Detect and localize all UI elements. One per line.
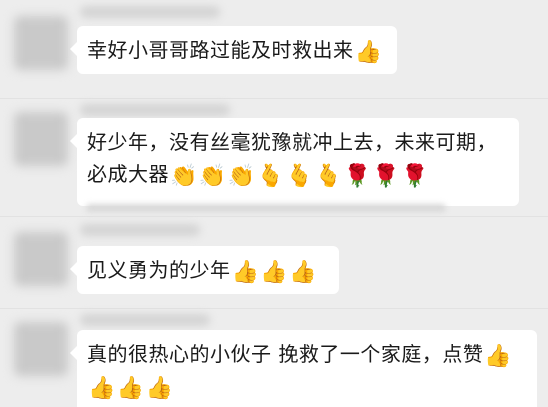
message-text: 幸好小哥哥路过能及时救出来 [87,38,354,62]
thumbs-up-icon: 👍 [354,40,383,65]
message-bubble[interactable]: 真的很热心的小伙子 挽救了一个家庭，点赞👍 👍👍👍 [70,330,537,407]
thumbs-up-icon: 👍 [231,260,260,285]
rose-icon: 🌹 [401,164,430,189]
message-text-line-2-text: 必成大器 [87,162,169,186]
clapping-hands-icon: 👏 [170,164,198,189]
sender-name-redacted [80,224,200,236]
thumbs-up-icon: 👍 [145,376,174,401]
rose-icon: 🌹 [343,164,372,189]
message-text-line-1: 好少年，没有丝毫犹豫就冲上去，未来可期， [87,130,497,154]
message-row-3: 见义勇为的少年👍👍👍 [0,218,548,310]
message-text-line-2: 必成大器👏👏👏🫰🫰🫰🌹🌹🌹 [87,158,509,190]
message-row-2: 好少年，没有丝毫犹豫就冲上去，未来可期， 必成大器👏👏👏🫰🫰🫰🌹🌹🌹 [0,100,548,220]
thumbs-up-icon: 👍 [260,260,289,285]
redacted-text [86,204,446,212]
chat-window: 幸好小哥哥路过能及时救出来👍 好少年，没有丝毫犹豫就冲上去，未来可期， 必成大器… [0,0,548,407]
thumbs-up-icon: 👍 [88,376,116,401]
clapping-hands-icon: 👏 [227,164,256,189]
avatar[interactable] [14,232,68,286]
message-text-line-1-text: 真的很热心的小伙子 挽救了一个家庭，点赞 [87,342,484,366]
finger-heart-icon: 🫰 [285,164,314,189]
sender-name-redacted [80,314,210,326]
avatar[interactable] [14,112,68,166]
avatar[interactable] [14,322,68,376]
thumbs-up-icon: 👍 [289,260,318,285]
divider [0,98,548,99]
avatar[interactable] [14,16,68,70]
sender-name-redacted [80,104,230,116]
message-bubble[interactable]: 好少年，没有丝毫犹豫就冲上去，未来可期， 必成大器👏👏👏🫰🫰🫰🌹🌹🌹 [70,118,519,206]
rose-icon: 🌹 [372,164,401,189]
message-row-1: 幸好小哥哥路过能及时救出来👍 [0,0,548,100]
message-bubble[interactable]: 见义勇为的少年👍👍👍 [70,246,339,294]
finger-heart-icon: 🫰 [314,164,343,189]
clapping-hands-icon: 👏 [198,164,227,189]
message-text-line-1: 真的很热心的小伙子 挽救了一个家庭，点赞👍 [87,338,527,370]
message-text-line-2: 👍👍👍 [87,370,527,402]
thumbs-up-icon: 👍 [484,344,513,369]
message-text: 见义勇为的少年 [87,258,231,282]
message-bubble[interactable]: 幸好小哥哥路过能及时救出来👍 [70,26,397,74]
sender-name-redacted [80,6,220,18]
finger-heart-icon: 🫰 [256,164,285,189]
thumbs-up-icon: 👍 [116,376,145,401]
divider [0,308,548,309]
message-row-4: 真的很热心的小伙子 挽救了一个家庭，点赞👍 👍👍👍 [0,310,548,407]
divider [0,216,548,217]
